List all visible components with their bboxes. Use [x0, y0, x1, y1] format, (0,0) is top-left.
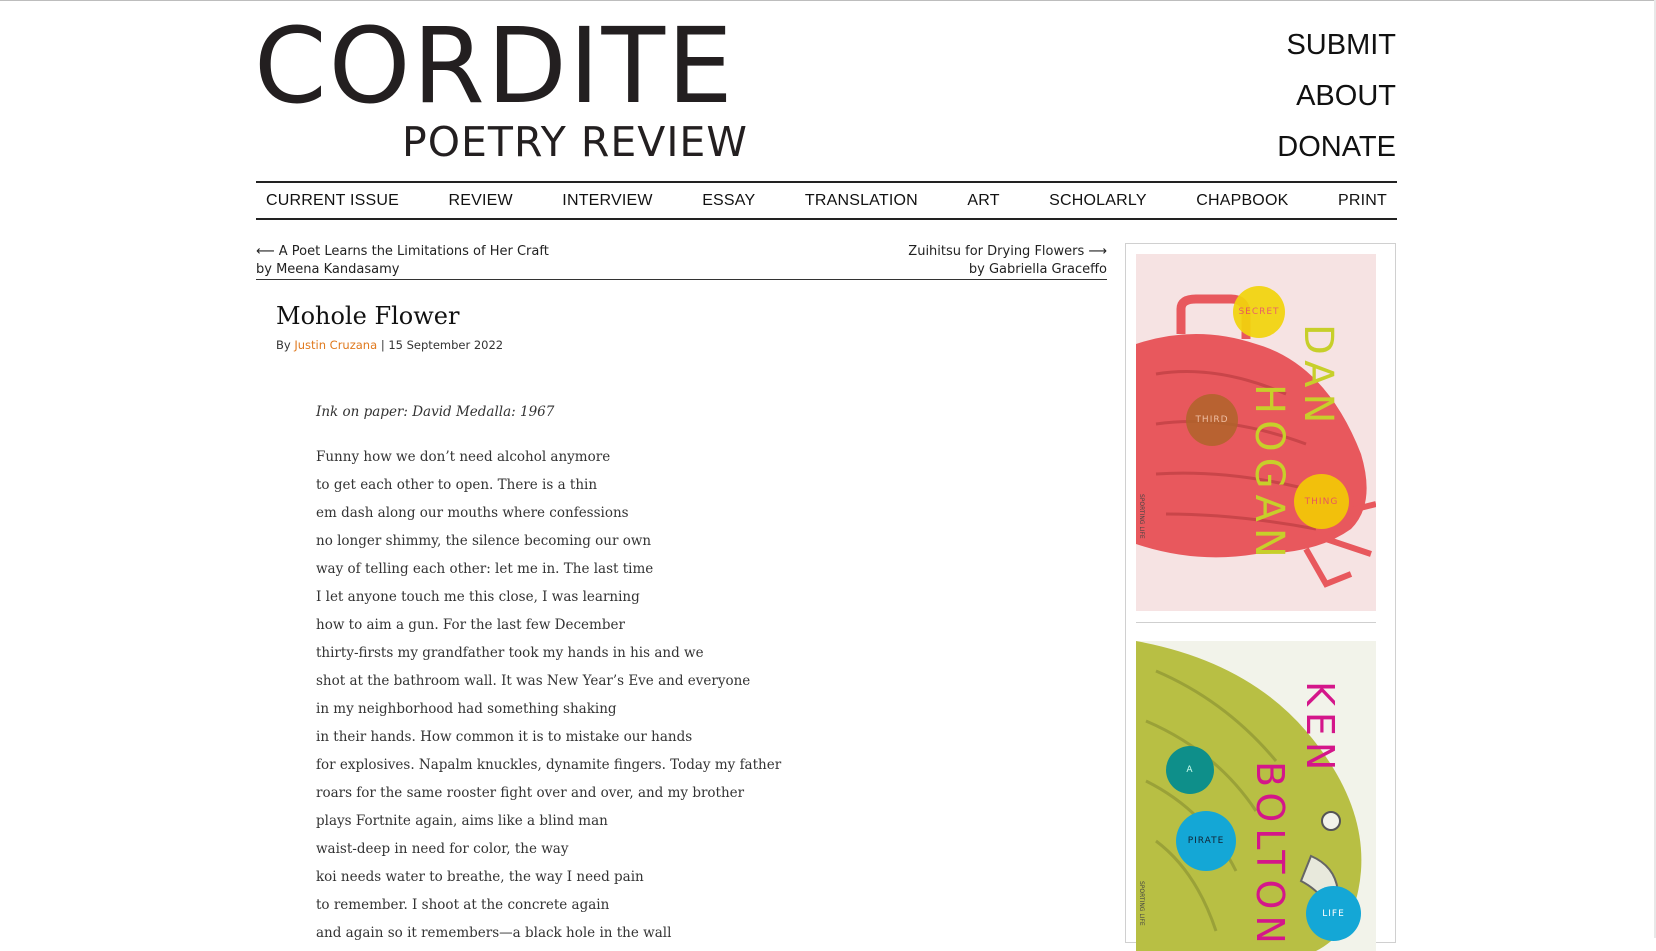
- top-border: [0, 0, 1656, 1]
- author-link[interactable]: Justin Cruzana: [294, 338, 377, 352]
- poem-line: to get each other to open. There is a th…: [316, 477, 598, 493]
- book2-author-first: KEN: [1298, 681, 1342, 777]
- poem-epigraph: Ink on paper: David Medalla: 1967: [316, 404, 555, 420]
- poem-line: thirty-firsts my grandfather took my han…: [316, 645, 704, 661]
- article-title: Mohole Flower: [276, 302, 460, 330]
- book2-author-last: BOLTON: [1248, 761, 1292, 950]
- book-cover-dan-hogan[interactable]: SECRET THIRD THING DAN HOGAN SPORTING LI…: [1136, 254, 1376, 611]
- poem-line: I let anyone touch me this close, I was …: [316, 589, 640, 605]
- a-dot: A: [1166, 746, 1214, 794]
- poem-body: Funny how we don’t need alcohol anymore …: [316, 447, 781, 951]
- post-navigation: ⟵ A Poet Learns the Limitations of Her C…: [256, 242, 1107, 280]
- third-dot: THIRD: [1186, 394, 1238, 446]
- secret-dot: SECRET: [1233, 286, 1285, 338]
- nav-current-issue[interactable]: CURRENT ISSUE: [266, 192, 399, 210]
- next-post: Zuihitsu for Drying Flowers ⟶ by Gabriel…: [908, 243, 1107, 279]
- poem-line: waist-deep in need for color, the way: [316, 841, 569, 857]
- sidebar-divider: [1136, 622, 1376, 623]
- previous-post-author[interactable]: by Meena Kandasamy: [256, 262, 399, 277]
- nav-translation[interactable]: TRANSLATION: [805, 192, 918, 210]
- poem-line: no longer shimmy, the silence becoming o…: [316, 533, 652, 549]
- poem-line: in their hands. How common it is to mist…: [316, 729, 693, 745]
- poem-line: for explosives. Napalm knuckles, dynamit…: [316, 757, 782, 773]
- nav-scholarly[interactable]: SCHOLARLY: [1049, 192, 1147, 210]
- byline-separator: |: [380, 338, 385, 352]
- donate-link[interactable]: DONATE: [1277, 122, 1396, 173]
- nav-interview[interactable]: INTERVIEW: [562, 192, 652, 210]
- site-logo[interactable]: CORDITE: [254, 14, 735, 118]
- byline: By Justin Cruzana | 15 September 2022: [276, 338, 503, 352]
- poem-line: and again so it remembers—a black hole i…: [316, 925, 672, 941]
- life-dot: LIFE: [1306, 886, 1361, 941]
- book-cover-ken-bolton[interactable]: A PIRATE LIFE KEN BOLTON SPORTING LIFE: [1136, 641, 1376, 951]
- poem-line: plays Fortnite again, aims like a blind …: [316, 813, 608, 829]
- nav-essay[interactable]: ESSAY: [702, 192, 755, 210]
- site-logo-subtitle[interactable]: POETRY REVIEW: [402, 122, 748, 163]
- poem-line: in my neighborhood had something shaking: [316, 701, 617, 717]
- main-nav: CURRENT ISSUE REVIEW INTERVIEW ESSAY TRA…: [256, 181, 1397, 220]
- sidebar: SECRET THIRD THING DAN HOGAN SPORTING LI…: [1125, 243, 1396, 951]
- about-link[interactable]: ABOUT: [1277, 71, 1396, 122]
- next-post-author[interactable]: by Gabriella Graceffo: [969, 262, 1107, 277]
- poem-line: Funny how we don’t need alcohol anymore: [316, 449, 611, 465]
- previous-post: ⟵ A Poet Learns the Limitations of Her C…: [256, 243, 549, 279]
- poem-line: roars for the same rooster fight over an…: [316, 785, 745, 801]
- book1-spine-text: SPORTING LIFE: [1138, 494, 1145, 539]
- pirate-dot: PIRATE: [1176, 811, 1236, 871]
- poem-line: to remember. I shoot at the concrete aga…: [316, 897, 610, 913]
- nav-chapbook[interactable]: CHAPBOOK: [1196, 192, 1288, 210]
- poem-line: em dash along our mouths where confessio…: [316, 505, 629, 521]
- book1-author-last: HOGAN: [1246, 384, 1292, 564]
- poem-line: way of telling each other: let me in. Th…: [316, 561, 654, 577]
- poem-line: how to aim a gun. For the last few Decem…: [316, 617, 625, 633]
- thing-dot: THING: [1294, 474, 1349, 529]
- poem-line: shot at the bathroom wall. It was New Ye…: [316, 673, 751, 689]
- book1-author-first: DAN: [1295, 324, 1341, 430]
- book2-spine-text: SPORTING LIFE: [1138, 881, 1145, 926]
- nav-art[interactable]: ART: [967, 192, 999, 210]
- next-post-title[interactable]: Zuihitsu for Drying Flowers ⟶: [908, 244, 1107, 259]
- poem-line: koi needs water to breathe, the way I ne…: [316, 869, 644, 885]
- previous-post-title[interactable]: ⟵ A Poet Learns the Limitations of Her C…: [256, 244, 549, 259]
- top-links: SUBMIT ABOUT DONATE: [1277, 20, 1396, 173]
- publish-date: 15 September 2022: [388, 338, 504, 352]
- nav-review[interactable]: REVIEW: [448, 192, 512, 210]
- by-label: By: [276, 338, 291, 352]
- nav-print[interactable]: PRINT: [1338, 192, 1387, 210]
- submit-link[interactable]: SUBMIT: [1277, 20, 1396, 71]
